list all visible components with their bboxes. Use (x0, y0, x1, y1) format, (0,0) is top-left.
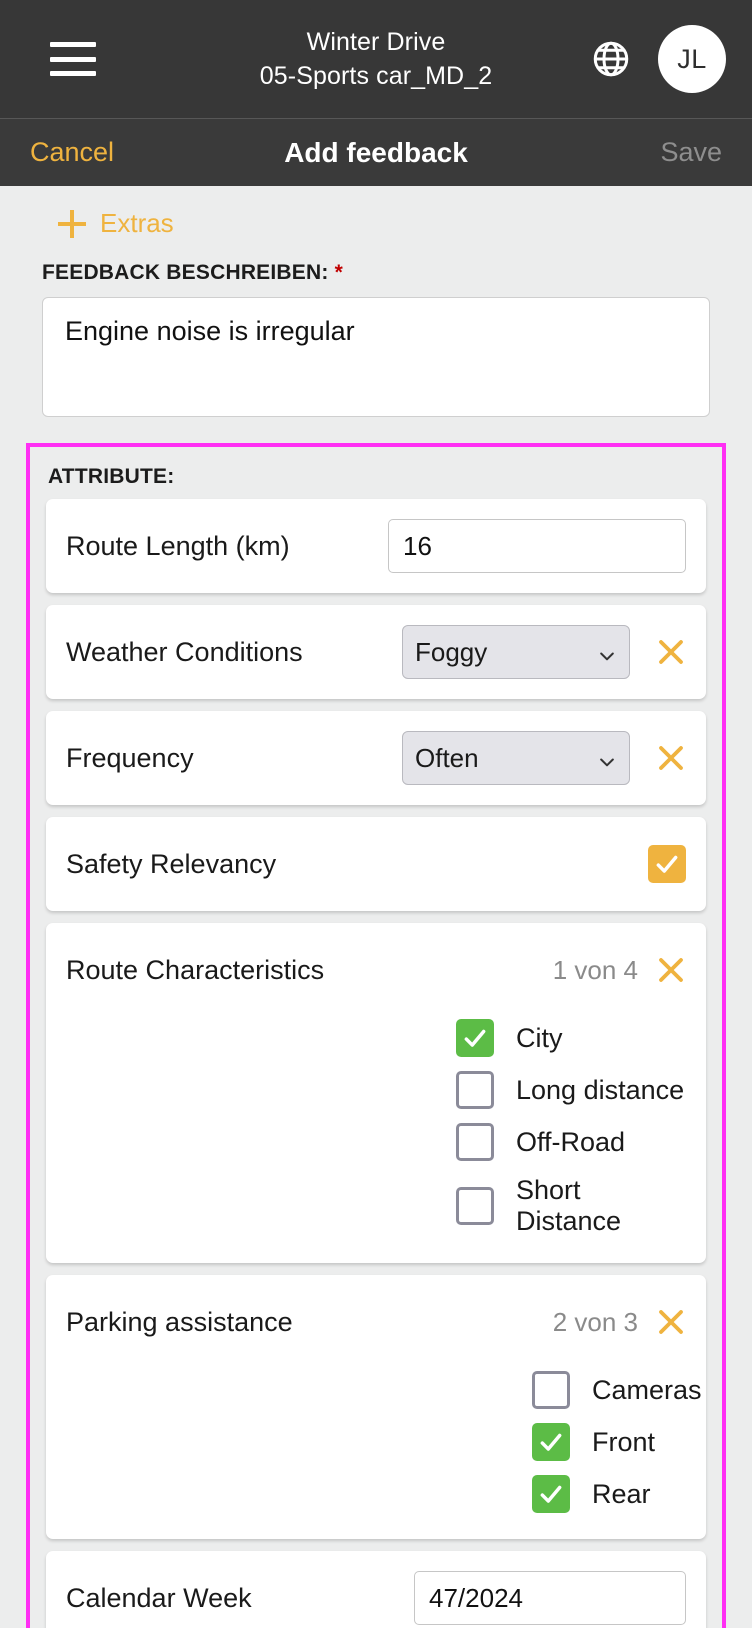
frequency-clear-icon[interactable] (656, 743, 686, 773)
app-screen: Winter Drive 05-Sports car_MD_2 JL Cance… (0, 0, 752, 1628)
checkmark-icon (656, 855, 678, 873)
feedback-textarea[interactable]: Engine noise is irregular (42, 297, 710, 417)
weather-select[interactable]: Foggy (402, 625, 630, 679)
list-item[interactable]: Rear (532, 1475, 651, 1513)
checkbox-cameras[interactable] (532, 1371, 570, 1409)
option-label: Cameras (592, 1374, 702, 1405)
attribute-section-highlight: ATTRIBUTE: Route Length (km) 16 Weather … (26, 443, 726, 1628)
list-item[interactable]: Front (532, 1423, 655, 1461)
form-body: Extras FEEDBACK BESCHREIBEN: * Engine no… (0, 186, 752, 417)
option-label: Long distance (516, 1074, 685, 1105)
resize-grip-icon[interactable] (720, 1596, 750, 1626)
required-marker: * (334, 261, 343, 284)
safety-label: Safety Relevancy (66, 848, 277, 879)
hamburger-menu-icon[interactable] (50, 42, 96, 76)
attribute-group-parking-assistance: Parking assistance 2 von 3 Cameras Front… (46, 1275, 706, 1539)
attribute-row-safety: Safety Relevancy (46, 817, 706, 911)
route-characteristics-clear-icon[interactable] (656, 955, 686, 985)
weather-clear-icon[interactable] (656, 637, 686, 667)
weather-label: Weather Conditions (66, 636, 303, 667)
add-extras-label: Extras (100, 208, 174, 238)
frequency-label: Frequency (66, 742, 194, 773)
chevron-down-icon (597, 748, 617, 768)
attribute-row-frequency: Frequency Often (46, 711, 706, 805)
checkbox-rear[interactable] (532, 1475, 570, 1513)
attribute-cards: Route Length (km) 16 Weather Conditions … (30, 499, 722, 1628)
option-label: Off-Road (516, 1126, 626, 1157)
cancel-button[interactable]: Cancel (30, 137, 114, 168)
parking-assistance-label: Parking assistance (66, 1306, 293, 1337)
attribute-row-route-length: Route Length (km) 16 (46, 499, 706, 593)
attribute-section-label: ATTRIBUTE: (48, 465, 175, 488)
list-item[interactable]: Short Distance (456, 1175, 686, 1237)
add-extras-button[interactable]: Extras (0, 186, 174, 253)
attribute-row-weather: Weather Conditions Foggy (46, 605, 706, 699)
route-characteristics-count: 1 von 4 (552, 954, 638, 985)
plus-icon (58, 209, 86, 238)
option-label: Rear (592, 1478, 651, 1509)
save-button[interactable]: Save (660, 137, 722, 168)
route-length-label: Route Length (km) (66, 530, 290, 561)
page-subtitle: 05-Sports car_MD_2 (259, 62, 493, 90)
checkbox-front[interactable] (532, 1423, 570, 1461)
feedback-label: FEEDBACK BESCHREIBEN: * (0, 253, 752, 297)
frequency-select[interactable]: Often (402, 731, 630, 785)
option-label: Front (592, 1426, 656, 1457)
option-label: City (516, 1022, 563, 1053)
chevron-down-icon (597, 642, 617, 662)
checkbox-short-distance[interactable] (456, 1187, 494, 1225)
checkbox-off-road[interactable] (456, 1123, 494, 1161)
attribute-row-calendar-week: Calendar Week 47/2024 (46, 1551, 706, 1628)
action-bar: Cancel Add feedback Save (0, 118, 752, 186)
list-item[interactable]: Off-Road (456, 1123, 625, 1161)
list-item[interactable]: City (456, 1019, 563, 1057)
route-characteristics-options: City Long distance Off-Road Short Distan… (66, 1017, 686, 1263)
list-item[interactable]: Cameras (532, 1371, 702, 1409)
app-header: Winter Drive 05-Sports car_MD_2 JL (0, 0, 752, 118)
header-actions: JL (590, 25, 726, 93)
parking-assistance-count: 2 von 3 (552, 1306, 638, 1337)
attribute-group-route-characteristics: Route Characteristics 1 von 4 City Long … (46, 923, 706, 1263)
checkbox-city[interactable] (456, 1019, 494, 1057)
frequency-select-value: Often (415, 742, 479, 773)
parking-assistance-options: Cameras Front Rear (66, 1369, 702, 1539)
parking-assistance-clear-icon[interactable] (656, 1307, 686, 1337)
weather-select-value: Foggy (415, 636, 488, 667)
list-item[interactable]: Long distance (456, 1071, 684, 1109)
safety-checkbox[interactable] (648, 845, 686, 883)
globe-icon[interactable] (590, 38, 632, 80)
route-length-input[interactable]: 16 (388, 519, 686, 573)
page-title: Winter Drive (306, 28, 446, 56)
avatar[interactable]: JL (658, 25, 726, 93)
route-characteristics-label: Route Characteristics (66, 954, 325, 985)
calendar-week-input[interactable]: 47/2024 (414, 1571, 686, 1625)
checkbox-long-distance[interactable] (456, 1071, 494, 1109)
feedback-label-text: FEEDBACK BESCHREIBEN: (42, 261, 329, 284)
calendar-week-label: Calendar Week (66, 1582, 252, 1613)
option-label: Short Distance (516, 1175, 622, 1236)
